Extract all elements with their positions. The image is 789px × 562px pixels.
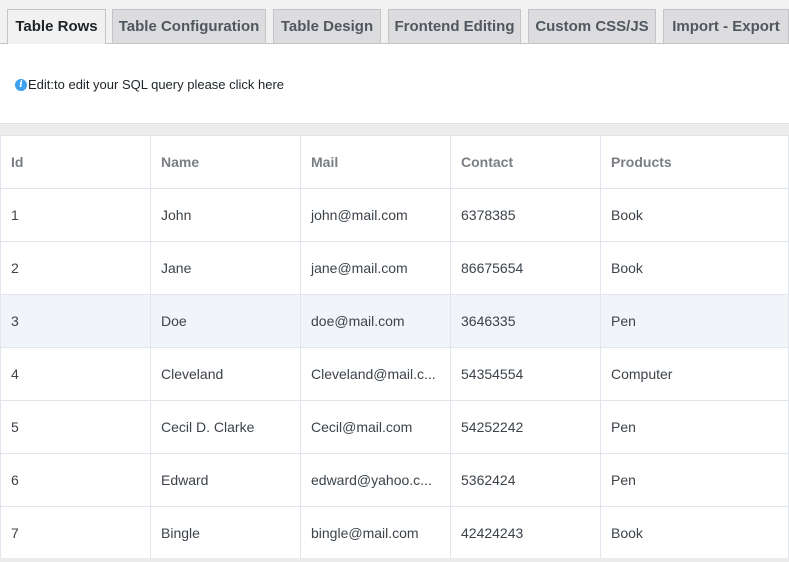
cell-contact[interactable]: 5362424 bbox=[450, 453, 601, 507]
cell-products[interactable]: Book bbox=[600, 506, 789, 560]
cell-products[interactable]: Pen bbox=[600, 294, 789, 348]
table-footer-divider bbox=[0, 558, 789, 562]
data-table: Id Name Mail Contact Products 1 John joh… bbox=[0, 135, 789, 560]
tab-bar: Table Rows Table Configuration Table Des… bbox=[0, 0, 789, 45]
tab-table-design[interactable]: Table Design bbox=[273, 9, 381, 44]
cell-contact[interactable]: 3646335 bbox=[450, 294, 601, 348]
cell-mail[interactable]: Cleveland@mail.c... bbox=[300, 347, 451, 401]
cell-contact[interactable]: 54252242 bbox=[450, 400, 601, 454]
cell-name[interactable]: Cecil D. Clarke bbox=[150, 400, 301, 454]
table-row[interactable]: 2 Jane jane@mail.com 86675654 Book bbox=[0, 241, 789, 295]
notice-prefix: Edit: bbox=[28, 77, 55, 92]
cell-name[interactable]: Doe bbox=[150, 294, 301, 348]
tab-table-configuration[interactable]: Table Configuration bbox=[112, 9, 266, 44]
table-row-highlighted[interactable]: 3 Doe doe@mail.com 3646335 Pen bbox=[0, 294, 789, 348]
cell-contact[interactable]: 42424243 bbox=[450, 506, 601, 560]
tab-frontend-editing[interactable]: Frontend Editing bbox=[388, 9, 521, 44]
cell-name[interactable]: Jane bbox=[150, 241, 301, 295]
cell-name[interactable]: Edward bbox=[150, 453, 301, 507]
cell-contact[interactable]: 86675654 bbox=[450, 241, 601, 295]
tab-custom-css-js[interactable]: Custom CSS/JS bbox=[528, 9, 656, 44]
table-row[interactable]: 5 Cecil D. Clarke Cecil@mail.com 5425224… bbox=[0, 400, 789, 454]
sql-notice-message[interactable]: i Edit: to edit your SQL query please cl… bbox=[15, 77, 284, 92]
cell-id[interactable]: 1 bbox=[0, 188, 151, 242]
cell-id[interactable]: 2 bbox=[0, 241, 151, 295]
table-row[interactable]: 4 Cleveland Cleveland@mail.c... 54354554… bbox=[0, 347, 789, 401]
column-header-mail[interactable]: Mail bbox=[300, 135, 451, 189]
cell-products[interactable]: Book bbox=[600, 241, 789, 295]
cell-name[interactable]: John bbox=[150, 188, 301, 242]
cell-id[interactable]: 5 bbox=[0, 400, 151, 454]
tab-table-rows[interactable]: Table Rows bbox=[7, 9, 106, 45]
cell-name[interactable]: Cleveland bbox=[150, 347, 301, 401]
cell-mail[interactable]: Cecil@mail.com bbox=[300, 400, 451, 454]
column-header-contact[interactable]: Contact bbox=[450, 135, 601, 189]
cell-contact[interactable]: 6378385 bbox=[450, 188, 601, 242]
cell-products[interactable]: Computer bbox=[600, 347, 789, 401]
cell-products[interactable]: Pen bbox=[600, 453, 789, 507]
table-row[interactable]: 7 Bingle bingle@mail.com 42424243 Book bbox=[0, 506, 789, 560]
cell-mail[interactable]: john@mail.com bbox=[300, 188, 451, 242]
column-header-products[interactable]: Products bbox=[600, 135, 789, 189]
sql-notice-panel: i Edit: to edit your SQL query please cl… bbox=[0, 44, 789, 124]
cell-mail[interactable]: doe@mail.com bbox=[300, 294, 451, 348]
cell-id[interactable]: 3 bbox=[0, 294, 151, 348]
cell-products[interactable]: Pen bbox=[600, 400, 789, 454]
tab-import-export[interactable]: Import - Export bbox=[663, 9, 789, 44]
section-divider bbox=[0, 125, 789, 135]
cell-id[interactable]: 4 bbox=[0, 347, 151, 401]
cell-mail[interactable]: edward@yahoo.c... bbox=[300, 453, 451, 507]
cell-products[interactable]: Book bbox=[600, 188, 789, 242]
table-header-row: Id Name Mail Contact Products bbox=[0, 135, 789, 189]
notice-link-text[interactable]: to edit your SQL query please click here bbox=[54, 77, 284, 92]
cell-mail[interactable]: jane@mail.com bbox=[300, 241, 451, 295]
table-row[interactable]: 1 John john@mail.com 6378385 Book bbox=[0, 188, 789, 242]
cell-mail[interactable]: bingle@mail.com bbox=[300, 506, 451, 560]
info-icon: i bbox=[15, 78, 27, 91]
cell-name[interactable]: Bingle bbox=[150, 506, 301, 560]
cell-id[interactable]: 6 bbox=[0, 453, 151, 507]
cell-contact[interactable]: 54354554 bbox=[450, 347, 601, 401]
cell-id[interactable]: 7 bbox=[0, 506, 151, 560]
table-row[interactable]: 6 Edward edward@yahoo.c... 5362424 Pen bbox=[0, 453, 789, 507]
column-header-name[interactable]: Name bbox=[150, 135, 301, 189]
column-header-id[interactable]: Id bbox=[0, 135, 151, 189]
